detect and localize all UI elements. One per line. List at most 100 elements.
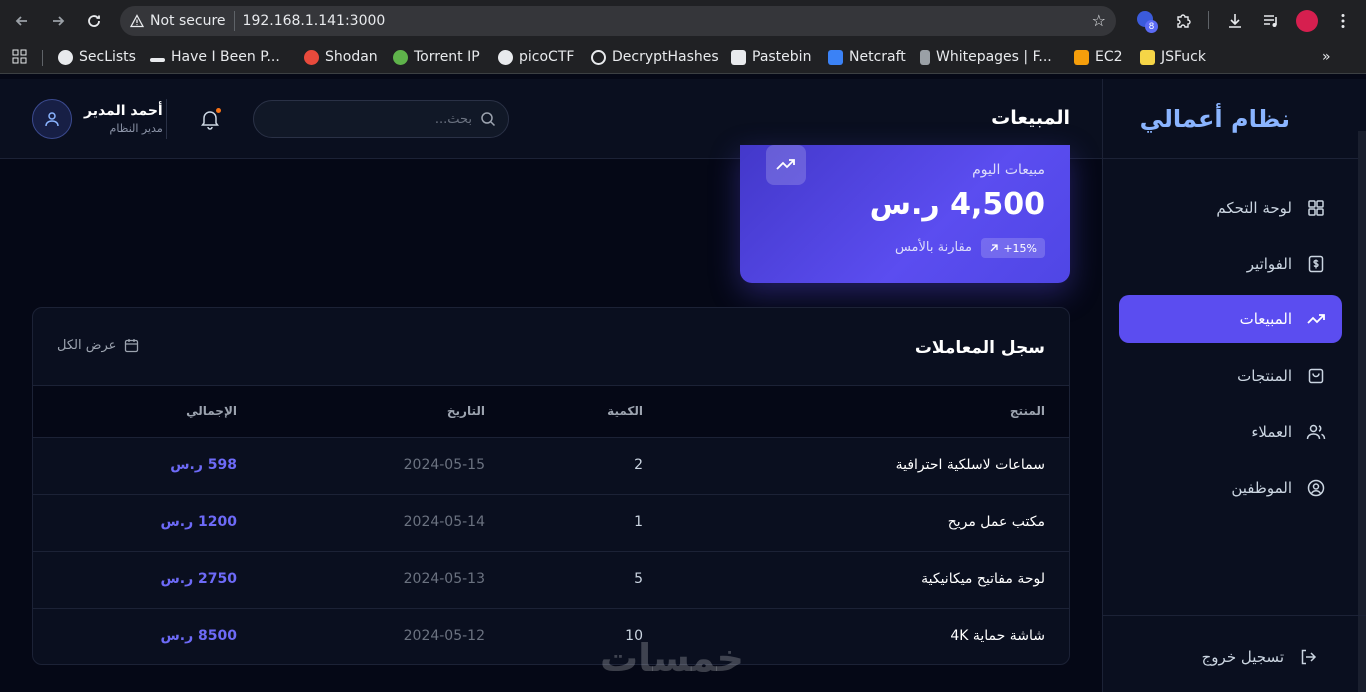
bookmark-ec2[interactable]: EC2 bbox=[1074, 49, 1123, 65]
cell-quantity: 1 bbox=[634, 514, 643, 530]
sidebar-item-label: المبيعات bbox=[1239, 310, 1292, 328]
puzzle-extensions-icon[interactable] bbox=[1174, 9, 1192, 33]
forward-arrow-icon[interactable] bbox=[46, 9, 70, 33]
extension-badge: 8 bbox=[1145, 20, 1158, 33]
user-name: أحمد المدير bbox=[84, 103, 163, 119]
arrow-up-right-icon bbox=[990, 244, 998, 252]
search-box[interactable] bbox=[253, 100, 509, 138]
extension-icon[interactable]: 8 bbox=[1136, 9, 1158, 33]
column-header-total[interactable]: الإجمالي bbox=[186, 404, 237, 418]
table-header: المنتج الكمية التاريخ الإجمالي bbox=[33, 386, 1069, 437]
bookmark-torrent-ip[interactable]: Torrent IP bbox=[393, 49, 480, 65]
user-info: أحمد المدير مدير النظام bbox=[84, 103, 163, 135]
cell-date: 2024-05-13 bbox=[403, 571, 485, 587]
sidebar-divider bbox=[1103, 158, 1366, 159]
torrent-icon bbox=[393, 49, 408, 65]
transactions-card: سجل المعاملات عرض الكل المنتج الكمية الت… bbox=[32, 307, 1070, 665]
user-icon bbox=[45, 112, 59, 127]
bookmark-star-icon[interactable]: ☆ bbox=[1092, 11, 1106, 30]
header-divider bbox=[166, 99, 167, 139]
jsfuck-icon bbox=[1140, 49, 1155, 65]
ec2-icon bbox=[1074, 49, 1089, 65]
search-input[interactable] bbox=[272, 111, 472, 127]
bookmarks-divider bbox=[42, 50, 43, 66]
brand-logo[interactable]: نظام أعمالي bbox=[1140, 105, 1290, 133]
sidebar-item-label: الموظفين bbox=[1231, 479, 1292, 497]
trending-up-icon bbox=[1306, 309, 1326, 329]
bookmark-jsfuck[interactable]: JSFuck bbox=[1140, 49, 1206, 65]
bookmark-whitepages[interactable]: Whitepages | F... bbox=[920, 49, 1052, 65]
sidebar-item-employees[interactable]: الموظفين bbox=[1119, 464, 1342, 512]
grid-icon bbox=[1306, 198, 1326, 218]
hibp-icon bbox=[150, 57, 165, 62]
browser-toolbar: Not secure 192.168.1.141:3000 ☆ 8 bbox=[0, 0, 1366, 42]
apps-grid-icon[interactable] bbox=[12, 49, 27, 64]
toolbar-divider bbox=[1208, 11, 1209, 29]
back-arrow-icon[interactable] bbox=[10, 9, 34, 33]
bookmark-picoctf[interactable]: picoCTF bbox=[498, 49, 574, 65]
column-header-date[interactable]: التاريخ bbox=[447, 404, 485, 418]
watermark: خمسات bbox=[600, 636, 744, 680]
bookmark-haveibeenpwned[interactable]: Have I Been P... bbox=[150, 49, 280, 65]
bookmark-shodan[interactable]: Shodan bbox=[304, 49, 378, 65]
cell-total: 8500 ر.س bbox=[160, 628, 237, 644]
table-row[interactable]: مكتب عمل مريح 1 2024-05-14 1200 ر.س bbox=[33, 494, 1069, 551]
cell-product: لوحة مفاتيح ميكانيكية bbox=[921, 571, 1045, 587]
profile-avatar-icon[interactable] bbox=[1296, 9, 1318, 33]
notification-button[interactable] bbox=[198, 107, 222, 131]
bookmarks-overflow-icon[interactable]: » bbox=[1322, 49, 1331, 65]
sidebar-item-products[interactable]: المنتجات bbox=[1119, 352, 1342, 400]
sales-card-label: مبيعات اليوم bbox=[972, 162, 1045, 178]
sidebar-item-label: لوحة التحكم bbox=[1216, 199, 1292, 217]
table-row[interactable]: سماعات لاسلكية احترافية 2 2024-05-15 598… bbox=[33, 437, 1069, 494]
reload-icon[interactable] bbox=[82, 9, 106, 33]
netcraft-icon bbox=[828, 49, 843, 65]
bookmark-decrypthashes[interactable]: DecryptHashes bbox=[591, 49, 719, 65]
bookmark-netcraft[interactable]: Netcraft bbox=[828, 49, 906, 65]
logout-button[interactable]: تسجيل خروج bbox=[1202, 647, 1318, 667]
cell-product: سماعات لاسلكية احترافية bbox=[895, 457, 1045, 473]
logout-label: تسجيل خروج bbox=[1201, 648, 1284, 666]
sidebar-item-customers[interactable]: العملاء bbox=[1119, 408, 1342, 456]
picoctf-icon bbox=[498, 49, 513, 65]
cell-product: شاشة حماية 4K bbox=[950, 628, 1045, 644]
user-role: مدير النظام bbox=[109, 122, 163, 135]
sidebar-item-dashboard[interactable]: لوحة التحكم bbox=[1119, 184, 1342, 232]
today-sales-card: مبيعات اليوم 4,500 ر.س +15% مقارنة بالأم… bbox=[740, 145, 1070, 283]
media-controls-icon[interactable] bbox=[1262, 9, 1280, 33]
sidebar-item-label: المنتجات bbox=[1237, 367, 1292, 385]
sidebar-item-label: العملاء bbox=[1251, 423, 1292, 441]
bookmark-pastebin[interactable]: Pastebin bbox=[731, 49, 811, 65]
trending-up-icon bbox=[766, 145, 806, 185]
transactions-title: سجل المعاملات bbox=[914, 338, 1045, 358]
users-icon bbox=[1306, 422, 1326, 442]
sidebar-scrollbar[interactable] bbox=[1358, 131, 1366, 692]
avatar[interactable] bbox=[32, 99, 72, 139]
whitepages-icon bbox=[920, 49, 930, 65]
view-all-label: عرض الكل bbox=[57, 338, 117, 353]
compare-text: مقارنة بالأمس bbox=[894, 240, 972, 255]
url-text: 192.168.1.141:3000 bbox=[242, 13, 386, 29]
shodan-icon bbox=[304, 49, 319, 65]
security-label: Not secure bbox=[150, 13, 226, 29]
cell-quantity: 2 bbox=[634, 457, 643, 473]
table-row[interactable]: شاشة حماية 4K 10 2024-05-12 8500 ر.س bbox=[33, 608, 1069, 664]
download-icon[interactable] bbox=[1226, 9, 1244, 33]
sales-card-value: 4,500 ر.س bbox=[869, 187, 1045, 222]
column-header-product[interactable]: المنتج bbox=[1010, 404, 1045, 418]
bookmark-seclists[interactable]: SecLists bbox=[58, 49, 136, 65]
address-bar[interactable]: Not secure 192.168.1.141:3000 ☆ bbox=[120, 6, 1116, 36]
growth-badge: +15% bbox=[981, 238, 1045, 258]
security-chip[interactable]: Not secure bbox=[130, 11, 235, 31]
cell-total: 2750 ر.س bbox=[160, 571, 237, 587]
sidebar-item-sales[interactable]: المبيعات bbox=[1119, 295, 1342, 343]
table-row[interactable]: لوحة مفاتيح ميكانيكية 5 2024-05-13 2750 … bbox=[33, 551, 1069, 608]
page-title: المبيعات bbox=[991, 107, 1070, 129]
user-menu[interactable]: أحمد المدير مدير النظام bbox=[32, 99, 163, 139]
browser-menu-icon[interactable] bbox=[1334, 9, 1352, 33]
bookmarks-bar: SecLists Have I Been P... Shodan Torrent… bbox=[0, 42, 1366, 74]
column-header-quantity[interactable]: الكمية bbox=[607, 404, 643, 418]
view-all-button[interactable]: عرض الكل bbox=[57, 338, 139, 353]
sidebar-item-invoices[interactable]: الفواتير bbox=[1119, 240, 1342, 288]
sidebar-divider bbox=[1103, 615, 1366, 616]
